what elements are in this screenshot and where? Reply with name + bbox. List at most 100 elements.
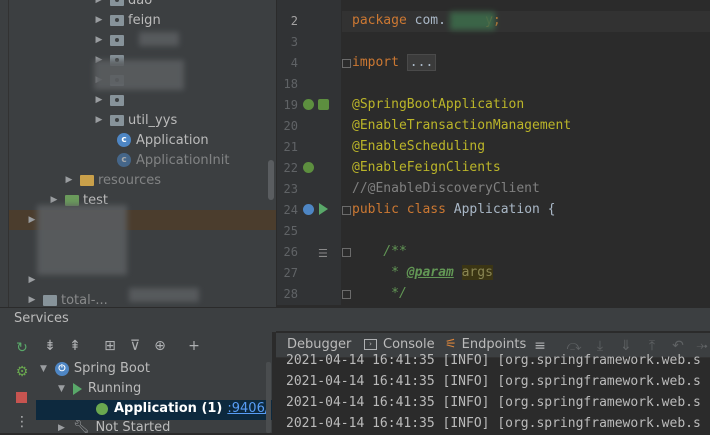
- services-running-node[interactable]: ▼ Running: [58, 381, 141, 396]
- line-number[interactable]: 2: [278, 14, 298, 28]
- step-over-icon[interactable]: ⤼: [566, 338, 582, 354]
- code-token: //@EnableDiscoveryClient: [352, 181, 540, 196]
- tree-item-dao[interactable]: ▶ dao: [94, 0, 276, 10]
- tree-item-feign[interactable]: ▶ feign: [94, 10, 276, 30]
- expand-arrow-icon[interactable]: ▶: [94, 15, 104, 25]
- line-number[interactable]: 28: [278, 287, 298, 301]
- add-service-icon[interactable]: +: [186, 338, 202, 354]
- code-line[interactable]: @EnableScheduling: [352, 139, 485, 154]
- rerun-icon[interactable]: ↻: [14, 340, 30, 356]
- tree-item-application[interactable]: c Application: [109, 130, 276, 150]
- line-number[interactable]: 26: [278, 245, 298, 259]
- code-line[interactable]: */: [352, 286, 407, 301]
- line-number[interactable]: 22: [278, 161, 298, 175]
- more-actions-icon[interactable]: ⋮: [14, 414, 30, 430]
- tab-console[interactable]: › Console: [364, 337, 435, 352]
- expand-arrow-icon[interactable]: ▶: [49, 195, 59, 205]
- endpoints-icon: ⚟: [445, 337, 457, 352]
- spring-config-icon[interactable]: [318, 99, 329, 110]
- expand-arrow-icon[interactable]: ▶: [64, 175, 74, 185]
- spring-boot-class-icon: c: [117, 133, 131, 147]
- expand-arrow-icon[interactable]: ▶: [94, 0, 104, 5]
- expand-arrow-icon[interactable]: ▶: [94, 35, 104, 45]
- line-number[interactable]: 23: [278, 182, 298, 196]
- fold-marker-icon[interactable]: [342, 206, 351, 215]
- tree-item-application-init[interactable]: c ApplicationInit: [109, 150, 276, 170]
- collapse-arrow-icon[interactable]: ▼: [40, 364, 47, 374]
- code-line[interactable]: @EnableTransactionManagement: [352, 118, 571, 133]
- expand-arrow-icon[interactable]: ▶: [94, 115, 104, 125]
- collapse-arrow-icon[interactable]: ▼: [58, 384, 65, 394]
- code-line[interactable]: * @param args: [352, 265, 493, 280]
- code-line[interactable]: public class Application {: [352, 202, 556, 217]
- fold-marker-icon[interactable]: [342, 248, 351, 257]
- line-number[interactable]: 25: [278, 224, 298, 238]
- filter-icon[interactable]: ⊽: [127, 338, 143, 354]
- log-line[interactable]: 2021-04-14 16:41:35 [INFO] [org.springfr…: [286, 416, 701, 431]
- step-out-icon[interactable]: ⤒: [644, 338, 660, 354]
- code-token: package: [352, 13, 407, 28]
- code-token: com.: [406, 13, 446, 28]
- code-line[interactable]: import ...: [352, 54, 437, 71]
- tree-scrollbar[interactable]: [268, 160, 274, 200]
- line-number[interactable]: 24: [278, 203, 298, 217]
- expand-all-icon[interactable]: ⇟: [42, 338, 58, 354]
- fold-marker-icon[interactable]: [342, 290, 351, 299]
- doc-render-icon[interactable]: ☰: [318, 247, 328, 260]
- code-token: @SpringBootApplication: [352, 97, 525, 112]
- log-line[interactable]: 2021-04-14 16:41:35 [INFO] [org.springfr…: [286, 353, 701, 368]
- log-line[interactable]: 2021-04-14 16:41:35 [INFO] [org.springfr…: [286, 395, 701, 410]
- line-number[interactable]: 21: [278, 140, 298, 154]
- resources-folder-icon: [80, 174, 94, 186]
- code-token: Application {: [445, 202, 556, 217]
- line-number[interactable]: 19: [278, 98, 298, 112]
- expand-arrow-icon[interactable]: ▶: [58, 423, 65, 433]
- line-number[interactable]: 27: [278, 266, 298, 280]
- code-token: */: [352, 286, 407, 301]
- services-application-node[interactable]: Application (1) :9406/: [96, 401, 269, 416]
- tree-item-resources[interactable]: ▶ resources: [64, 170, 276, 190]
- tab-endpoints[interactable]: ⚟ Endpoints: [445, 337, 526, 352]
- line-number[interactable]: 3: [278, 35, 298, 49]
- line-number[interactable]: 18: [278, 77, 298, 91]
- package-folder-icon: [110, 14, 124, 26]
- stop-icon[interactable]: [16, 392, 27, 403]
- tree-item-redacted-4[interactable]: ▶: [94, 90, 276, 110]
- spring-boot-class-icon: c: [117, 153, 131, 167]
- spring-bean-icon[interactable]: [303, 162, 314, 173]
- code-token: @param: [406, 265, 454, 280]
- services-tree-scrollbar[interactable]: [266, 362, 271, 433]
- code-line[interactable]: @SpringBootApplication: [352, 97, 524, 112]
- spring-boot-run-icon[interactable]: [303, 204, 314, 215]
- step-into-icon[interactable]: ⤓: [592, 338, 608, 354]
- spring-boot-icon: ⏻: [54, 361, 69, 376]
- debug-config-icon[interactable]: ⚙: [14, 364, 30, 380]
- new-tab-icon[interactable]: ⊕: [152, 338, 168, 354]
- expand-arrow-icon[interactable]: ▶: [94, 95, 104, 105]
- menu-lines-icon[interactable]: ≡: [532, 338, 548, 354]
- project-tree[interactable]: ▶ dao ▶ feign ▶ ▶ ▶ ▶ ▶ util_yys c Appli…: [9, 0, 276, 307]
- code-line[interactable]: //@EnableDiscoveryClient: [352, 181, 540, 196]
- tree-item-redacted-1[interactable]: ▶: [94, 30, 276, 50]
- group-by-icon[interactable]: ⊞: [102, 338, 118, 354]
- app-port-link[interactable]: :9406/: [227, 401, 269, 416]
- log-line[interactable]: 2021-04-14 16:41:35 [INFO] [org.springfr…: [286, 374, 701, 389]
- debug-bug-icon: [96, 402, 108, 415]
- force-step-into-icon[interactable]: ⇓: [618, 338, 634, 354]
- run-to-cursor-icon[interactable]: ⤞: [694, 338, 710, 354]
- line-number[interactable]: 4: [278, 56, 298, 70]
- collapse-all-icon[interactable]: ⇞: [67, 338, 83, 354]
- expand-arrow-icon[interactable]: ▶: [27, 295, 37, 305]
- code-line[interactable]: @EnableFeignClients: [352, 160, 501, 175]
- services-spring-boot-node[interactable]: ▼ ⏻ Spring Boot: [40, 361, 150, 376]
- drop-frame-icon[interactable]: ↶: [670, 338, 686, 354]
- tab-debugger[interactable]: Debugger: [287, 337, 351, 352]
- line-number[interactable]: 20: [278, 119, 298, 133]
- expand-arrow-icon[interactable]: ▶: [27, 275, 37, 285]
- run-gutter-icon[interactable]: [319, 203, 328, 215]
- fold-marker-icon[interactable]: [342, 59, 351, 68]
- spring-bean-icon[interactable]: [303, 99, 314, 110]
- tree-item-util-yys[interactable]: ▶ util_yys: [94, 110, 276, 130]
- expand-arrow-icon[interactable]: ▶: [27, 215, 37, 225]
- code-line[interactable]: /**: [352, 244, 407, 259]
